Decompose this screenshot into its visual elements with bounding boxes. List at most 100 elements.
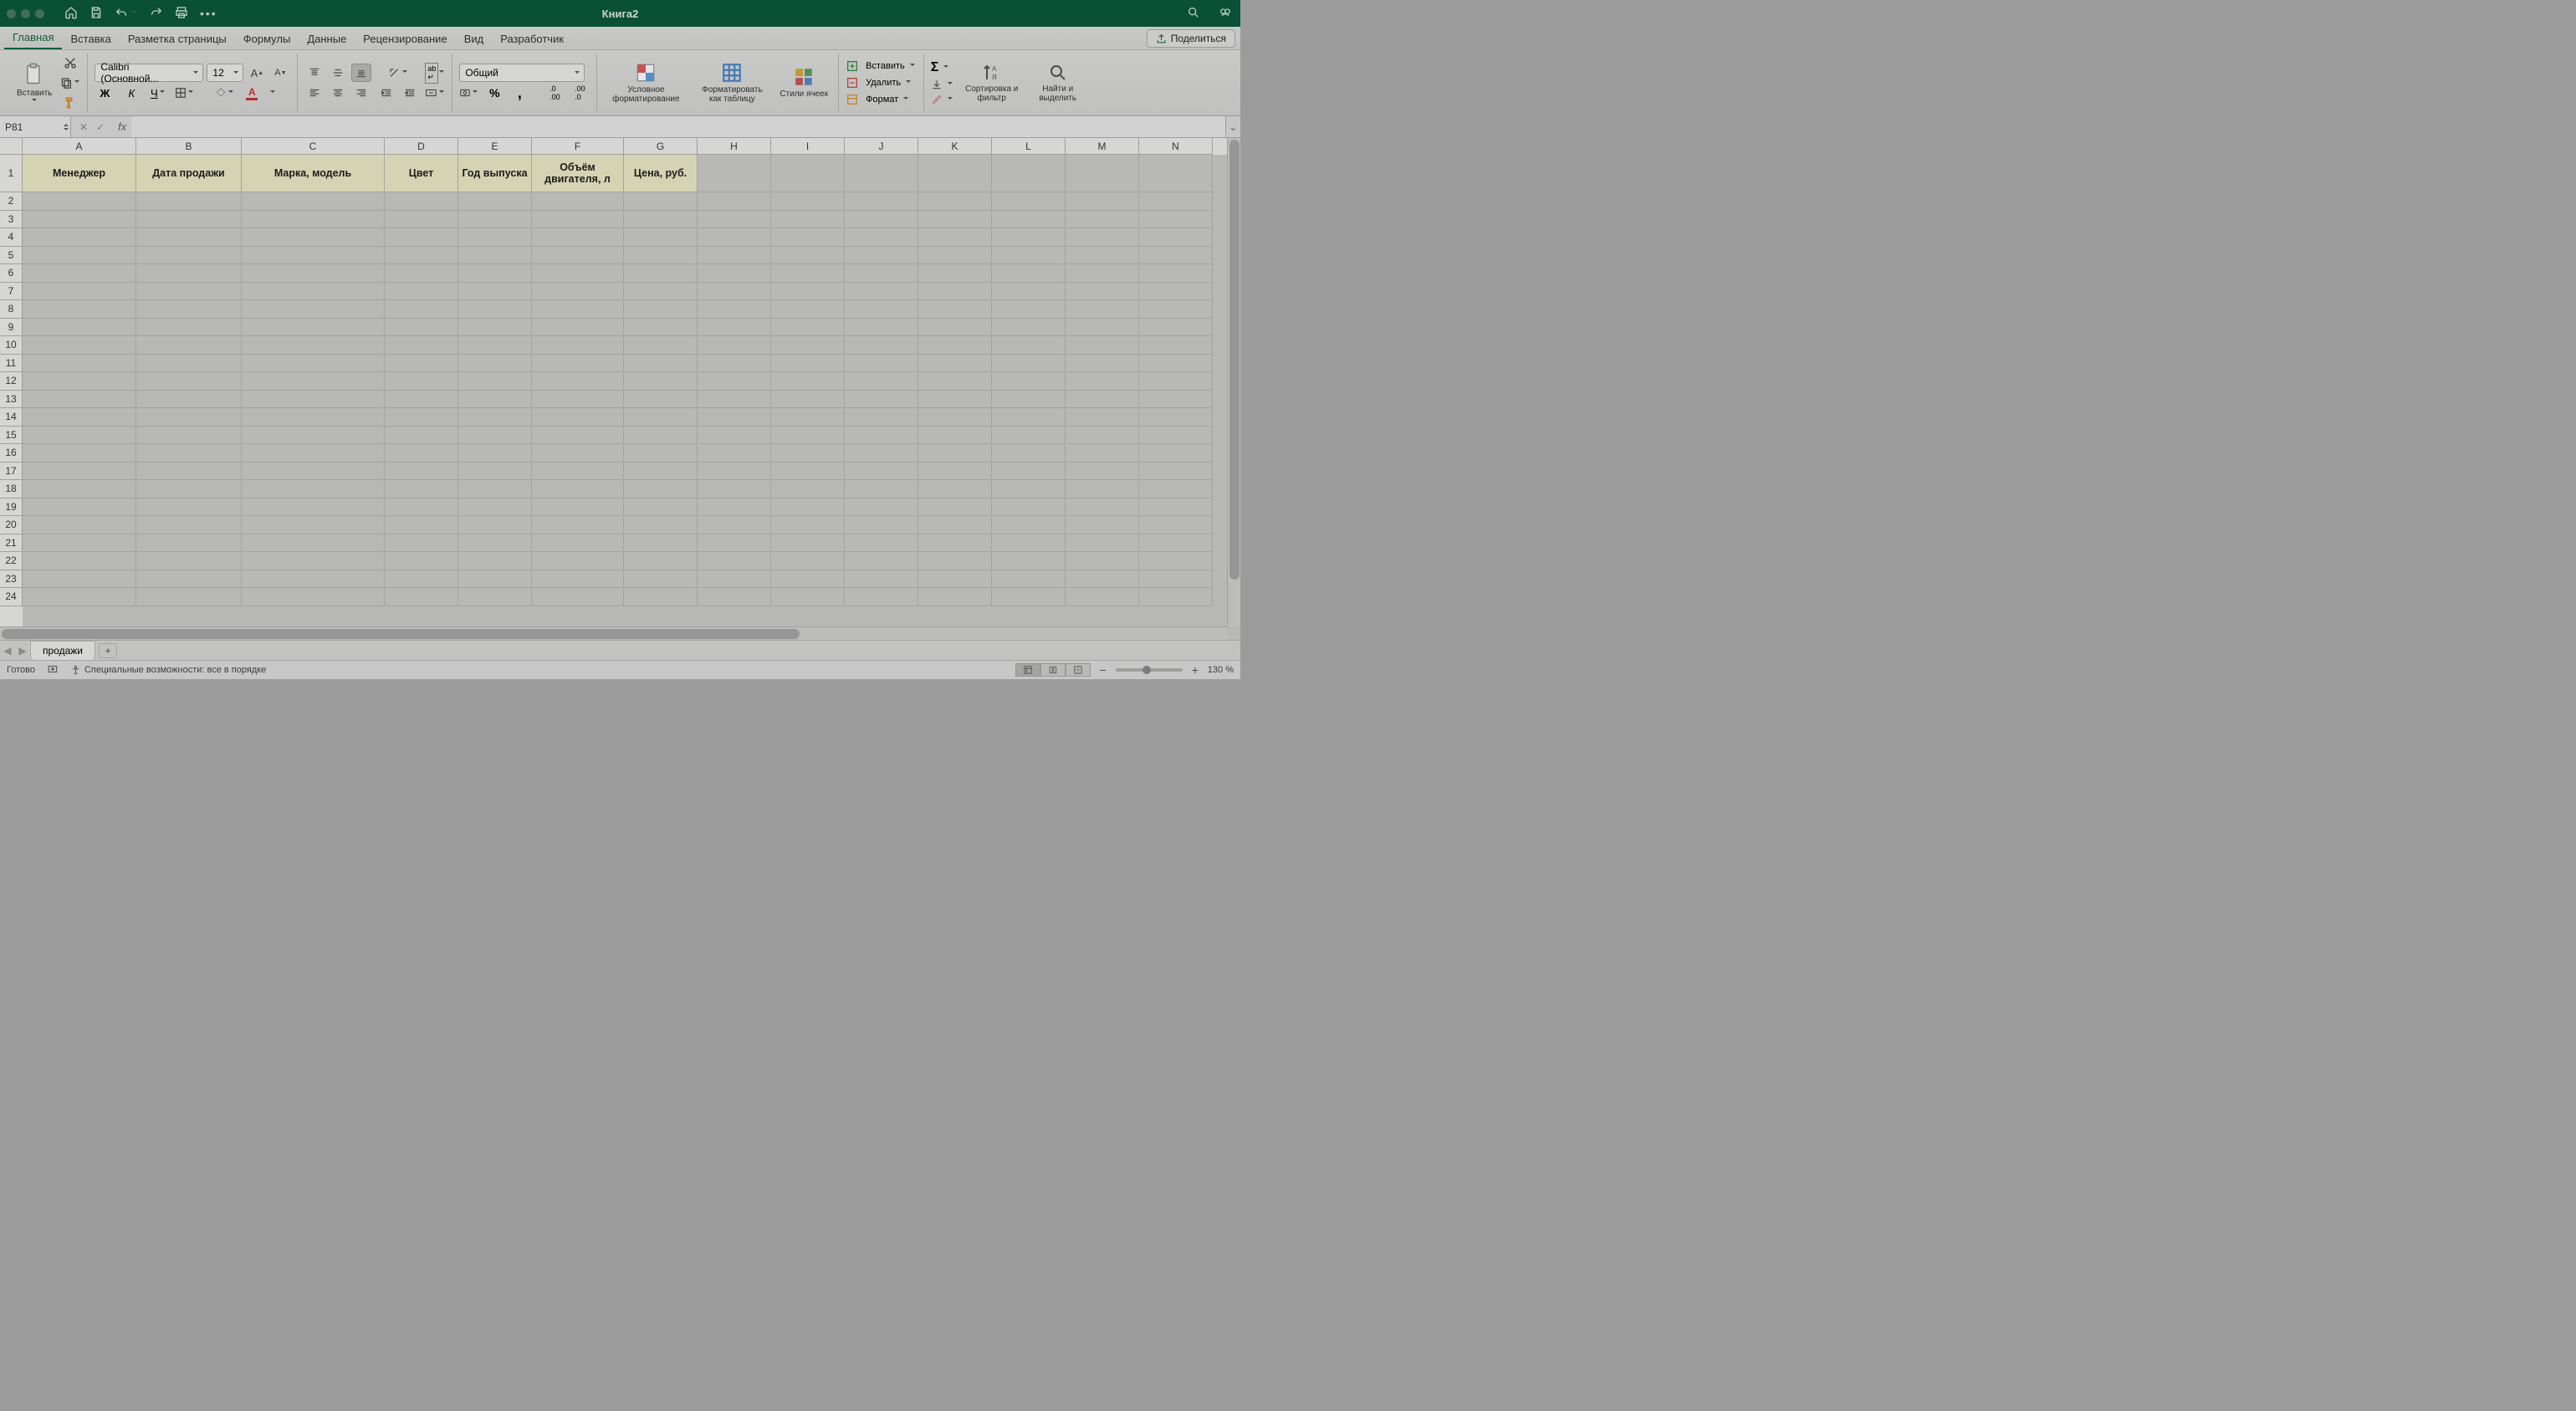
- cell-M15[interactable]: [1066, 427, 1139, 445]
- cell-D23[interactable]: [385, 570, 458, 589]
- cells-area[interactable]: МенеджерДата продажиМарка, модельЦветГод…: [23, 155, 1227, 626]
- wrap-text-icon[interactable]: ab↵: [425, 64, 445, 82]
- cell-D16[interactable]: [385, 444, 458, 463]
- cell-D12[interactable]: [385, 372, 458, 391]
- macro-rec-icon[interactable]: [47, 663, 59, 677]
- cell-J1[interactable]: [845, 155, 918, 192]
- cell-J4[interactable]: [845, 228, 918, 247]
- cell-H20[interactable]: [698, 516, 771, 534]
- cell-J16[interactable]: [845, 444, 918, 463]
- sort-az-button[interactable]: АЯ Сортировка и фильтр: [959, 61, 1025, 105]
- cell-N16[interactable]: [1139, 444, 1213, 463]
- cell-L4[interactable]: [992, 228, 1066, 247]
- cell-A5[interactable]: [23, 247, 136, 265]
- cell-L10[interactable]: [992, 336, 1066, 355]
- tab-formulas[interactable]: Формулы: [235, 28, 299, 49]
- cell-D1[interactable]: Цвет: [385, 155, 458, 192]
- cell-K22[interactable]: [918, 552, 992, 570]
- cell-M13[interactable]: [1066, 391, 1139, 409]
- cell-I20[interactable]: [771, 516, 845, 534]
- cell-K5[interactable]: [918, 247, 992, 265]
- share-button[interactable]: Поделиться: [1147, 29, 1235, 48]
- cell-B18[interactable]: [136, 480, 242, 498]
- cell-K10[interactable]: [918, 336, 992, 355]
- cell-N10[interactable]: [1139, 336, 1213, 355]
- cell-L11[interactable]: [992, 355, 1066, 373]
- cell-I22[interactable]: [771, 552, 845, 570]
- cell-C20[interactable]: [242, 516, 385, 534]
- cell-E18[interactable]: [458, 480, 532, 498]
- cell-F23[interactable]: [532, 570, 624, 589]
- cell-A22[interactable]: [23, 552, 136, 570]
- cell-K24[interactable]: [918, 588, 992, 606]
- cell-D8[interactable]: [385, 300, 458, 319]
- cell-D20[interactable]: [385, 516, 458, 534]
- cell-C18[interactable]: [242, 480, 385, 498]
- cell-N22[interactable]: [1139, 552, 1213, 570]
- cell-L2[interactable]: [992, 192, 1066, 211]
- cell-C16[interactable]: [242, 444, 385, 463]
- cell-J10[interactable]: [845, 336, 918, 355]
- cell-K12[interactable]: [918, 372, 992, 391]
- cell-M23[interactable]: [1066, 570, 1139, 589]
- format-painter-icon[interactable]: [60, 94, 80, 112]
- cell-J20[interactable]: [845, 516, 918, 534]
- row-header-7[interactable]: 7: [0, 283, 23, 301]
- cell-I16[interactable]: [771, 444, 845, 463]
- cell-L13[interactable]: [992, 391, 1066, 409]
- row-header-3[interactable]: 3: [0, 211, 23, 229]
- row-header-8[interactable]: 8: [0, 300, 23, 319]
- cell-J17[interactable]: [845, 463, 918, 481]
- cell-F11[interactable]: [532, 355, 624, 373]
- row-header-21[interactable]: 21: [0, 534, 23, 553]
- cell-L1[interactable]: [992, 155, 1066, 192]
- cell-B2[interactable]: [136, 192, 242, 211]
- cell-F15[interactable]: [532, 427, 624, 445]
- cell-M18[interactable]: [1066, 480, 1139, 498]
- fill-button[interactable]: [931, 79, 954, 90]
- cell-A8[interactable]: [23, 300, 136, 319]
- cell-M19[interactable]: [1066, 498, 1139, 517]
- col-header-F[interactable]: F: [532, 138, 624, 155]
- cell-E8[interactable]: [458, 300, 532, 319]
- tab-review[interactable]: Рецензирование: [355, 28, 455, 49]
- row-header-10[interactable]: 10: [0, 336, 23, 355]
- cell-A20[interactable]: [23, 516, 136, 534]
- cell-E5[interactable]: [458, 247, 532, 265]
- cell-L24[interactable]: [992, 588, 1066, 606]
- print-icon[interactable]: [175, 6, 188, 22]
- cell-D24[interactable]: [385, 588, 458, 606]
- italic-button[interactable]: К: [121, 84, 141, 102]
- row-header-19[interactable]: 19: [0, 498, 23, 517]
- cell-D15[interactable]: [385, 427, 458, 445]
- cell-N13[interactable]: [1139, 391, 1213, 409]
- align-middle-icon[interactable]: [328, 64, 348, 82]
- close-dot[interactable]: [7, 9, 16, 18]
- cell-M17[interactable]: [1066, 463, 1139, 481]
- cell-I23[interactable]: [771, 570, 845, 589]
- cell-C15[interactable]: [242, 427, 385, 445]
- cell-M7[interactable]: [1066, 283, 1139, 301]
- view-normal-icon[interactable]: [1015, 663, 1040, 677]
- cell-styles-button[interactable]: Стили ячеек: [776, 64, 831, 101]
- cell-M21[interactable]: [1066, 534, 1139, 553]
- cell-G2[interactable]: [624, 192, 698, 211]
- expand-formula-icon[interactable]: ⌄: [1225, 116, 1240, 137]
- zoom-out-button[interactable]: −: [1097, 663, 1109, 677]
- dec-decimal-icon[interactable]: .00.0: [570, 84, 590, 102]
- cell-C23[interactable]: [242, 570, 385, 589]
- cell-A12[interactable]: [23, 372, 136, 391]
- cell-K13[interactable]: [918, 391, 992, 409]
- cell-C2[interactable]: [242, 192, 385, 211]
- cell-F24[interactable]: [532, 588, 624, 606]
- cell-G17[interactable]: [624, 463, 698, 481]
- cell-L7[interactable]: [992, 283, 1066, 301]
- cell-G7[interactable]: [624, 283, 698, 301]
- cell-N8[interactable]: [1139, 300, 1213, 319]
- cell-I2[interactable]: [771, 192, 845, 211]
- cell-F19[interactable]: [532, 498, 624, 517]
- cell-L17[interactable]: [992, 463, 1066, 481]
- cell-N21[interactable]: [1139, 534, 1213, 553]
- cell-I19[interactable]: [771, 498, 845, 517]
- align-right-icon[interactable]: [351, 84, 371, 102]
